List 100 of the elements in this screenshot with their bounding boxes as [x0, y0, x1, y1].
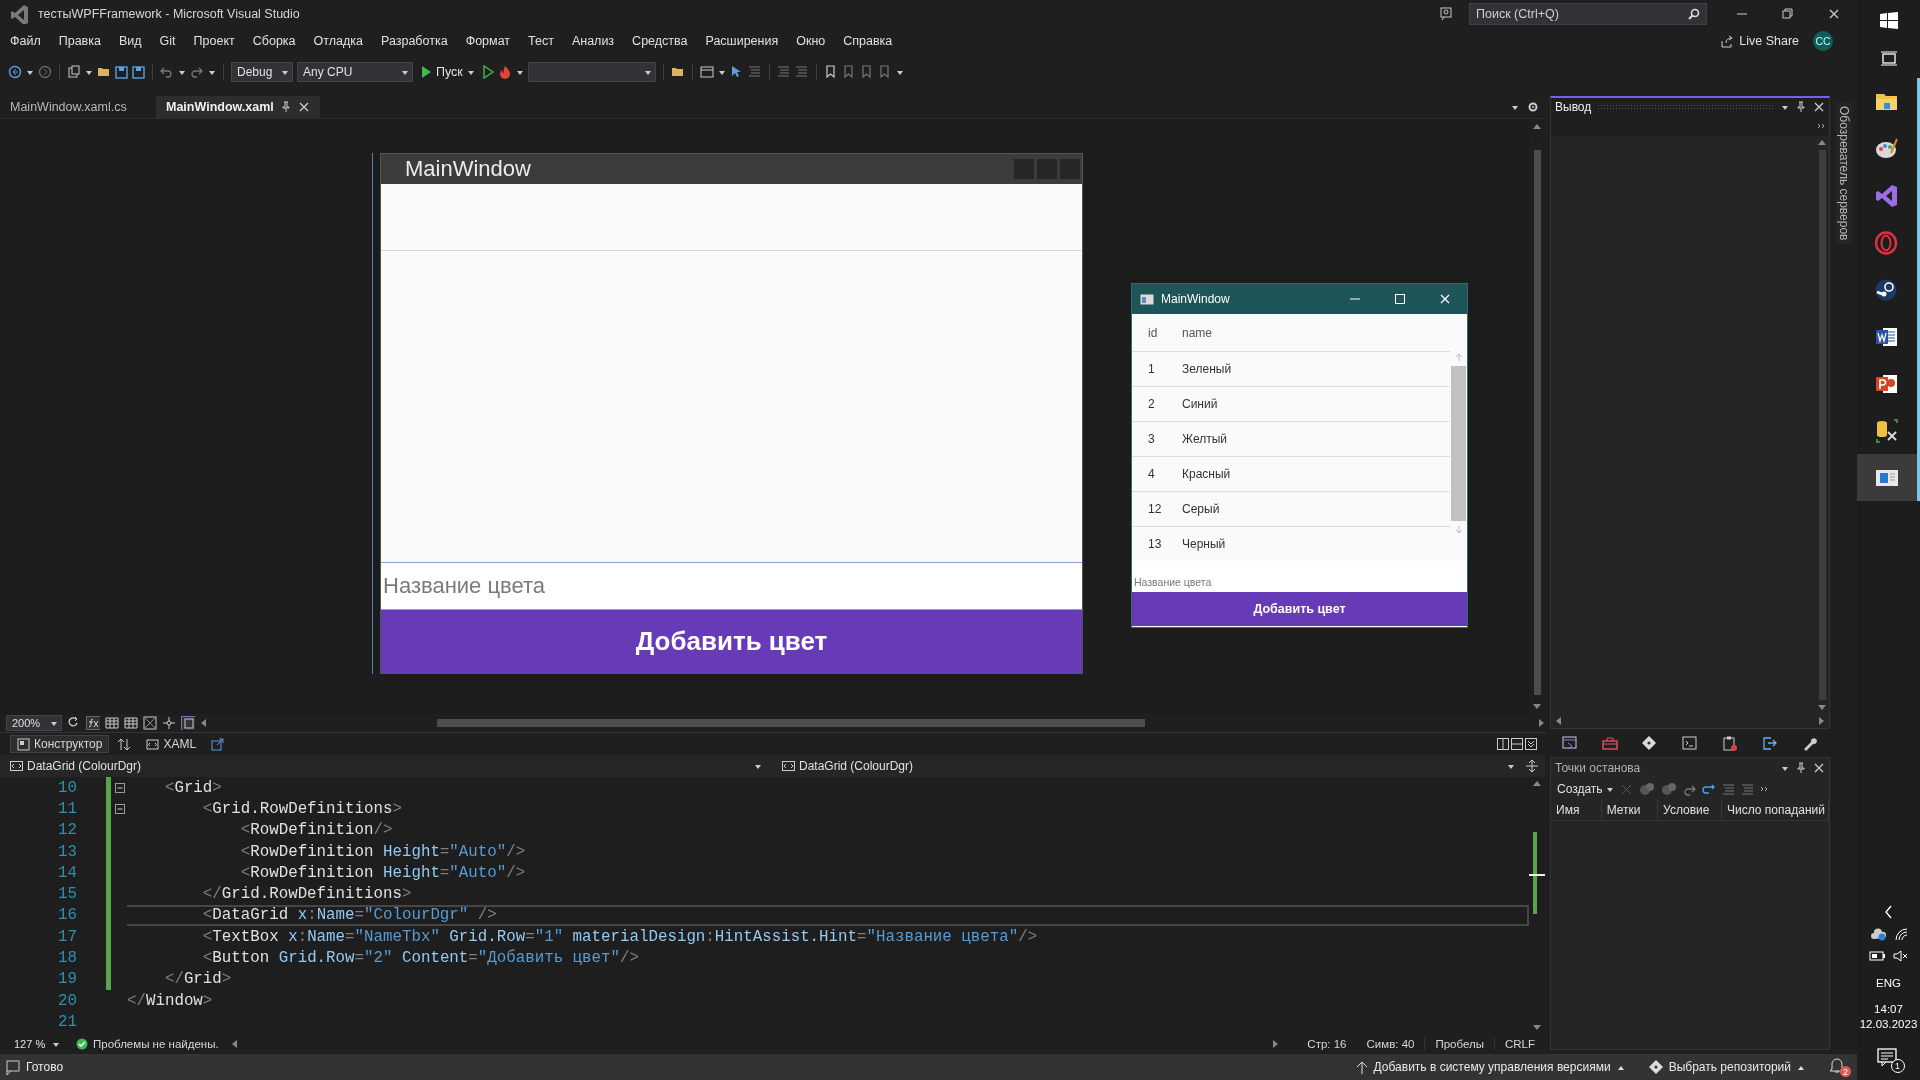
menu-item[interactable]: Проект: [184, 34, 244, 48]
configuration-dropdown[interactable]: Debug: [231, 62, 293, 82]
checker-icon[interactable]: [143, 716, 157, 730]
caret-icon[interactable]: [208, 68, 216, 76]
menu-item[interactable]: Сборка: [243, 34, 305, 48]
split-vertical-icon[interactable]: [1497, 738, 1509, 750]
cloud-icon[interactable]: [1869, 927, 1886, 941]
menu-item[interactable]: Средства: [623, 34, 697, 48]
account-avatar[interactable]: CC: [1813, 31, 1833, 51]
scroll-down-icon[interactable]: [1532, 703, 1542, 710]
collapse-icon[interactable]: [115, 782, 125, 793]
document-tab[interactable]: MainWindow.xaml.cs: [0, 96, 156, 118]
settings-icon[interactable]: [1527, 101, 1539, 113]
bookmark-next-icon[interactable]: [859, 65, 874, 79]
flame-icon[interactable]: [497, 64, 512, 80]
palette-icon[interactable]: [1875, 136, 1899, 161]
feedback-icon[interactable]: [1439, 7, 1453, 21]
language-indicator[interactable]: ENG: [1876, 977, 1901, 989]
database-tools-icon[interactable]: [1875, 418, 1899, 443]
clock-time[interactable]: 14:07: [1874, 1003, 1903, 1015]
platform-dropdown[interactable]: Any CPU: [297, 62, 413, 82]
menu-item[interactable]: Справка: [834, 34, 902, 48]
dropdown-icon[interactable]: [1511, 103, 1519, 111]
save-all-icon[interactable]: [132, 65, 145, 79]
close-icon[interactable]: [1813, 762, 1825, 774]
menu-item[interactable]: Git: [150, 34, 185, 48]
line-endings[interactable]: CRLF: [1493, 1038, 1545, 1050]
close-icon[interactable]: [297, 101, 310, 113]
bookmark-prev-icon[interactable]: [841, 65, 856, 79]
caret-icon[interactable]: [26, 68, 34, 76]
collapse-icon[interactable]: [1525, 738, 1537, 750]
element-dropdown[interactable]: DataGrid (ColourDgr): [772, 756, 1519, 776]
caret-icon[interactable]: [515, 68, 524, 76]
overflow-icon[interactable]: [1817, 123, 1825, 129]
repository-button[interactable]: Выбрать репозиторий: [1648, 1060, 1805, 1074]
windows-logo-icon[interactable]: [1879, 11, 1898, 29]
pin-icon[interactable]: [1795, 762, 1807, 774]
bookmark-clear-icon[interactable]: [877, 65, 892, 79]
overflow-icon[interactable]: [1759, 786, 1768, 792]
grid-icon[interactable]: [124, 716, 138, 730]
disable-icon[interactable]: [1660, 782, 1677, 796]
scroll-left-icon[interactable]: [230, 1039, 238, 1049]
search-icon[interactable]: [1688, 8, 1700, 20]
column-header[interactable]: Метки: [1601, 800, 1659, 820]
formula-icon[interactable]: [86, 716, 100, 730]
window-icon[interactable]: [1562, 735, 1578, 751]
clock-date[interactable]: 12.03.2023: [1859, 1018, 1918, 1030]
menu-item[interactable]: Файл: [0, 34, 50, 48]
folder-icon[interactable]: [97, 65, 111, 79]
menu-item[interactable]: Окно: [787, 34, 835, 48]
terminal-icon[interactable]: [1682, 735, 1698, 751]
start-button[interactable]: Пуск: [417, 62, 478, 82]
task-view-icon[interactable]: [1879, 51, 1898, 67]
undo-icon[interactable]: [160, 65, 174, 79]
scroll-up-icon[interactable]: [1532, 123, 1542, 130]
issues-status[interactable]: Проблемы не найдены.: [93, 1038, 219, 1050]
menu-item[interactable]: Анализ: [562, 34, 624, 48]
caret-icon[interactable]: [895, 68, 904, 76]
scroll-left-icon[interactable]: [1555, 716, 1562, 726]
zoom-dropdown[interactable]: 127 %: [8, 1036, 64, 1052]
battery-icon[interactable]: [1869, 949, 1885, 963]
menu-item[interactable]: Правка: [49, 34, 110, 48]
menu-item[interactable]: Расширения: [696, 34, 788, 48]
pin-icon[interactable]: [1795, 101, 1807, 113]
caret-icon[interactable]: [85, 68, 93, 76]
add-button[interactable]: Добавить цвет: [381, 610, 1082, 673]
column-header[interactable]: name: [1182, 325, 1213, 340]
scroll-right-icon[interactable]: [1818, 716, 1825, 726]
menu-item[interactable]: Формат: [456, 34, 520, 48]
folder-search-icon[interactable]: [670, 65, 685, 79]
menu-item[interactable]: Отладка: [304, 34, 372, 48]
document-icon[interactable]: [181, 716, 195, 730]
scroll-left-icon[interactable]: [200, 718, 207, 728]
wifi-icon[interactable]: [1893, 927, 1908, 941]
zoom-dropdown[interactable]: 200%: [6, 715, 62, 731]
save-icon[interactable]: [115, 65, 128, 79]
go-back-icon[interactable]: [1701, 783, 1716, 795]
scroll-right-icon[interactable]: [1272, 1039, 1280, 1049]
scroll-down-icon[interactable]: [1817, 704, 1827, 711]
swap-icon[interactable]: [117, 737, 132, 751]
notifications-button[interactable]: 2: [1829, 1057, 1851, 1077]
export-icon[interactable]: [1762, 735, 1778, 751]
create-dropdown[interactable]: Создать: [1557, 782, 1614, 796]
wrench-icon[interactable]: [1802, 735, 1818, 751]
caret-icon[interactable]: [178, 68, 186, 76]
chevron-left-icon[interactable]: [1884, 905, 1893, 919]
scroll-up-icon[interactable]: [1817, 139, 1827, 146]
column-header[interactable]: Имя: [1551, 800, 1602, 820]
new-item-icon[interactable]: [67, 65, 81, 79]
menu-item[interactable]: Вид: [109, 34, 151, 48]
steam-icon[interactable]: [1875, 277, 1899, 302]
indent-mode[interactable]: Пробелы: [1424, 1038, 1494, 1050]
document-tab[interactable]: MainWindow.xaml: [156, 96, 320, 118]
play-outline-icon[interactable]: [481, 65, 494, 79]
dropdown-icon[interactable]: [1781, 764, 1789, 772]
git-icon[interactable]: [1642, 735, 1658, 751]
source-control-button[interactable]: Добавить в систему управления версиями: [1355, 1059, 1625, 1075]
clipboard-icon[interactable]: [1722, 735, 1738, 751]
element-dropdown[interactable]: DataGrid (ColourDgr): [0, 756, 766, 776]
caret-icon[interactable]: [717, 68, 726, 76]
